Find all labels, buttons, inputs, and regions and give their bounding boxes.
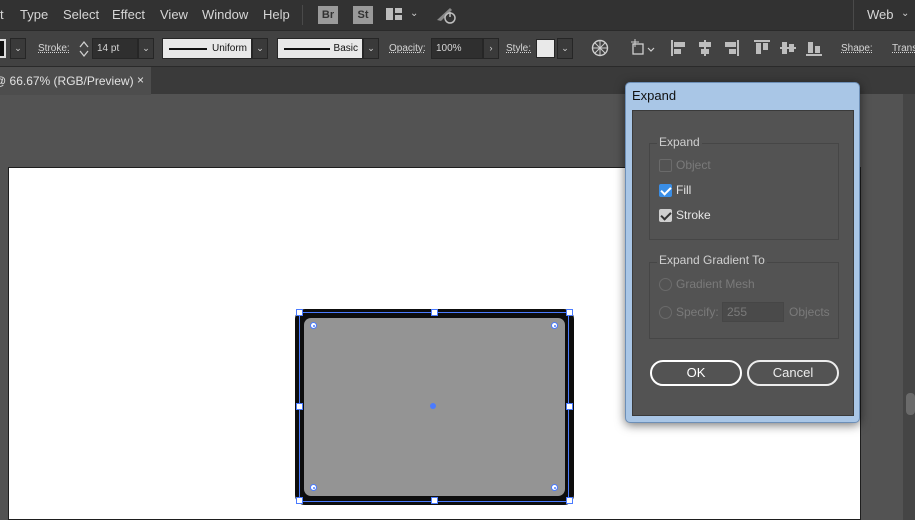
menu-select[interactable]: Select <box>63 7 99 22</box>
profile-dropdown[interactable]: ⌄ <box>252 38 268 59</box>
close-icon[interactable]: × <box>137 73 144 87</box>
graphic-style-swatch[interactable] <box>536 39 555 58</box>
align-top-icon[interactable] <box>754 40 770 56</box>
resize-handle-bottom[interactable] <box>431 497 438 504</box>
menu-divider <box>853 0 854 30</box>
dialog-body: Expand Object Fill Stroke Expand Gradien… <box>632 110 854 416</box>
align-to-selection-icon[interactable] <box>631 39 657 60</box>
resize-handle-right[interactable] <box>566 403 573 410</box>
dialog-title: Expand <box>632 88 677 103</box>
shape-label[interactable]: Shape: <box>841 43 873 54</box>
resize-handle-top[interactable] <box>431 309 438 316</box>
bridge-icon[interactable]: Br <box>318 6 338 24</box>
graphic-style-dropdown[interactable]: ⌄ <box>557 38 573 59</box>
align-bottom-icon[interactable] <box>806 40 822 56</box>
resize-handle-left[interactable] <box>296 403 303 410</box>
stroke-color-dropdown[interactable]: ⌄ <box>10 38 26 59</box>
center-point <box>430 403 436 409</box>
menu-bar: t Type Select Effect View Window Help Br… <box>0 0 915 30</box>
style-label: Style: <box>506 43 532 54</box>
recolor-artwork-icon[interactable] <box>591 39 609 60</box>
object-checkbox[interactable] <box>659 159 672 172</box>
resize-handle-bottom-right[interactable] <box>566 497 573 504</box>
menu-effect[interactable]: Effect <box>112 7 145 22</box>
resize-handle-top-right[interactable] <box>566 309 573 316</box>
profile-preview-line <box>169 48 207 50</box>
control-bar: ⌄ Stroke: 14 pt ⌄ Uniform ⌄ Basic ⌄ Opac… <box>0 30 915 66</box>
menu-type[interactable]: Type <box>20 7 48 22</box>
stroke-weight-stepper-icon[interactable] <box>78 39 90 59</box>
menu-view[interactable]: View <box>160 7 188 22</box>
align-vertical-center-icon[interactable] <box>780 40 796 56</box>
expand-dialog: Expand Expand Object Fill Stroke Expand … <box>625 82 860 423</box>
objects-label: Objects <box>789 305 830 319</box>
menu-window[interactable]: Window <box>202 7 248 22</box>
stroke-color-swatch[interactable] <box>0 39 6 58</box>
chevron-down-icon[interactable]: ⌄ <box>901 8 909 19</box>
specify-objects-input[interactable]: 255 <box>722 302 784 322</box>
corner-widget-bottom-left[interactable] <box>310 484 317 491</box>
document-tab-title: @ 66.67% (RGB/Preview) <box>0 74 134 88</box>
opacity-label[interactable]: Opacity: <box>389 43 426 54</box>
brush-label: Basic <box>333 43 358 54</box>
align-right-icon[interactable] <box>723 40 739 56</box>
brush-definition[interactable]: Basic <box>277 38 363 59</box>
opacity-input[interactable]: 100% <box>431 38 483 59</box>
illustrator-window: t Type Select Effect View Window Help Br… <box>0 0 915 520</box>
fill-label: Fill <box>676 183 692 197</box>
workspace-switcher[interactable]: Web <box>867 7 894 22</box>
gradient-group-box <box>649 262 839 339</box>
stroke-label: Stroke <box>676 208 711 222</box>
brush-dropdown[interactable]: ⌄ <box>363 38 379 59</box>
chevron-down-icon[interactable]: ⌄ <box>410 8 418 19</box>
corner-widget-bottom-right[interactable] <box>551 484 558 491</box>
resize-handle-bottom-left[interactable] <box>296 497 303 504</box>
scrollbar-thumb[interactable] <box>906 393 915 415</box>
arrange-documents-icon[interactable] <box>386 8 402 20</box>
corner-widget-top-right[interactable] <box>551 322 558 329</box>
resize-handle-top-left[interactable] <box>296 309 303 316</box>
cancel-button[interactable]: Cancel <box>747 360 839 386</box>
menu-divider <box>302 5 303 25</box>
gradient-mesh-label: Gradient Mesh <box>676 277 755 291</box>
expand-group-title: Expand <box>657 135 702 149</box>
ok-button[interactable]: OK <box>650 360 742 386</box>
stroke-label[interactable]: Stroke: <box>38 43 70 54</box>
fill-checkbox[interactable] <box>659 184 672 197</box>
stroke-checkbox[interactable] <box>659 209 672 222</box>
gradient-group-title: Expand Gradient To <box>657 253 767 267</box>
brush-preview-line <box>284 48 330 50</box>
vertical-scrollbar[interactable] <box>903 94 915 520</box>
specify-radio[interactable] <box>659 306 672 319</box>
gpu-performance-icon[interactable] <box>436 6 458 27</box>
specify-label: Specify: <box>676 305 719 319</box>
stock-icon[interactable]: St <box>353 6 373 24</box>
align-horizontal-center-icon[interactable] <box>697 40 713 56</box>
document-tab[interactable]: @ 66.67% (RGB/Preview) × <box>0 67 151 95</box>
transform-label[interactable]: Trans <box>892 43 915 54</box>
gradient-mesh-radio[interactable] <box>659 278 672 291</box>
stroke-weight-dropdown[interactable]: ⌄ <box>138 38 154 59</box>
stroke-weight-input[interactable]: 14 pt <box>92 38 138 59</box>
menu-help[interactable]: Help <box>263 7 290 22</box>
menu-edit[interactable]: t <box>0 7 4 22</box>
corner-widget-top-left[interactable] <box>310 322 317 329</box>
align-left-icon[interactable] <box>671 40 687 56</box>
profile-label: Uniform <box>211 43 247 54</box>
opacity-flyout-button[interactable]: › <box>483 38 499 59</box>
variable-width-profile[interactable]: Uniform <box>162 38 252 59</box>
object-label: Object <box>676 158 711 172</box>
